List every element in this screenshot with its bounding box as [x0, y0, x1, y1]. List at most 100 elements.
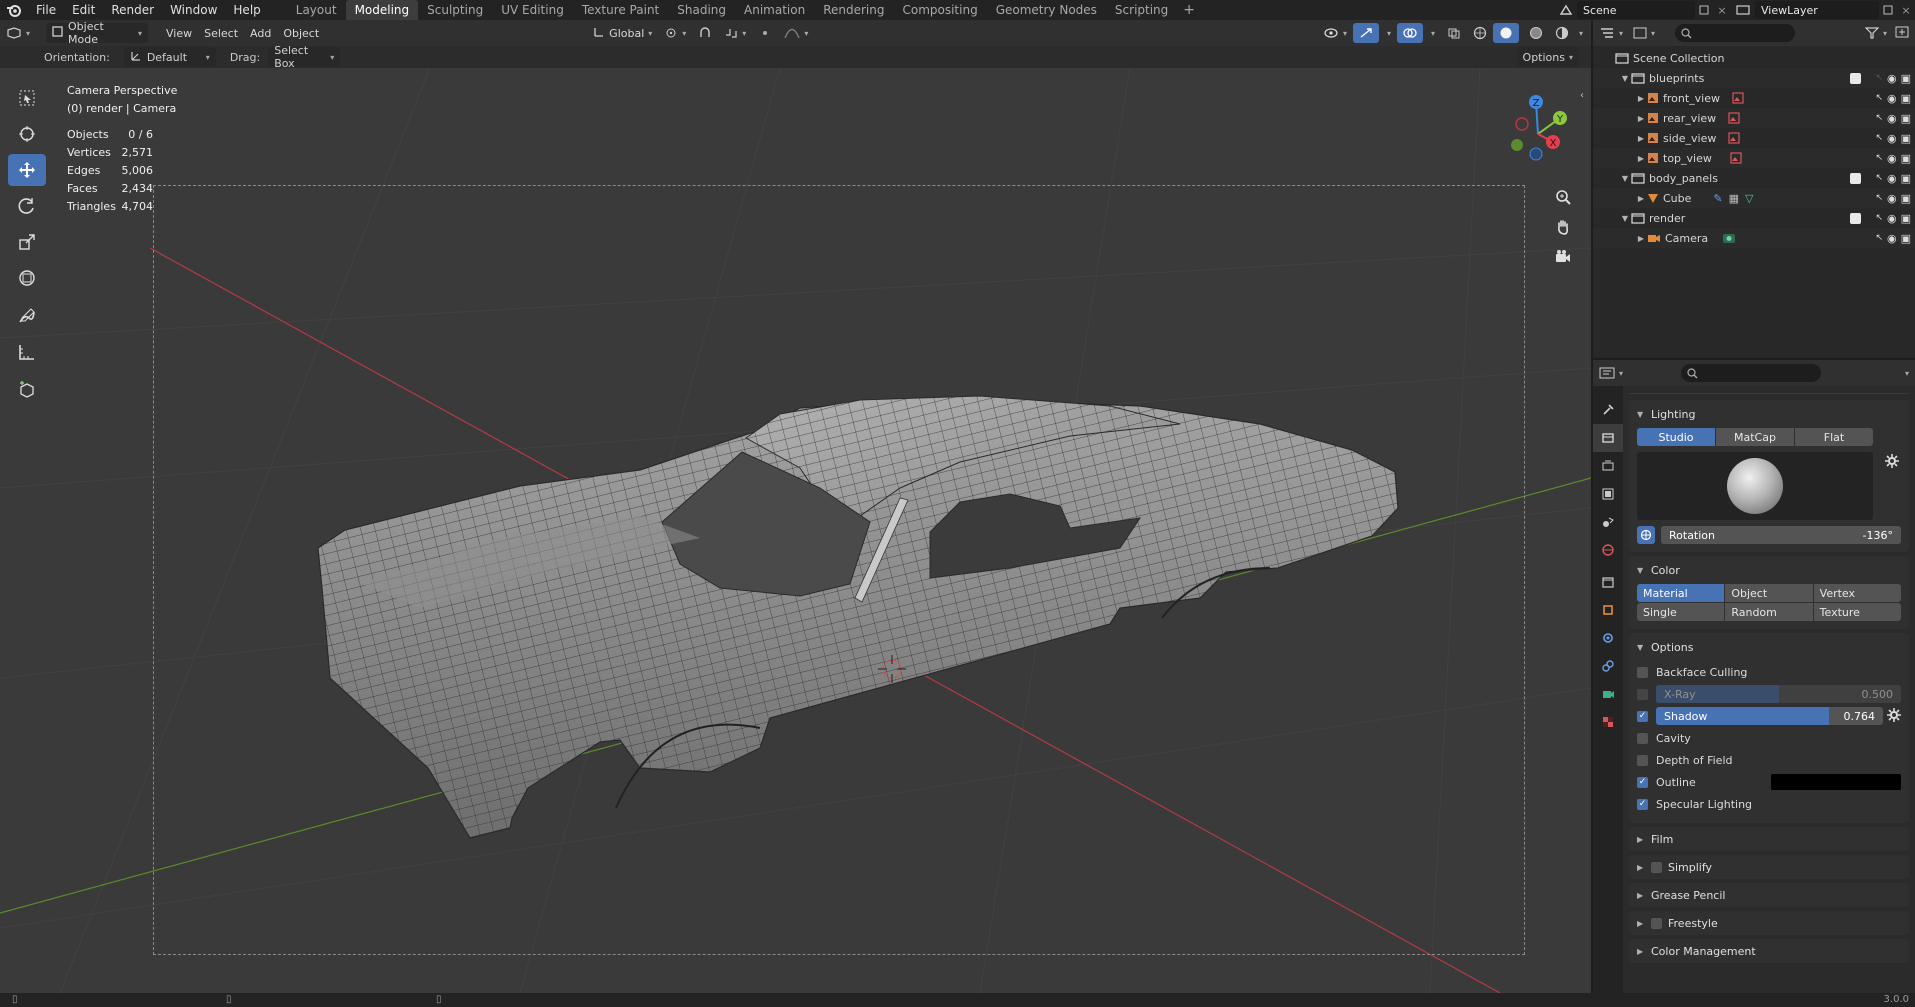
- tab-uv-editing[interactable]: UV Editing: [492, 0, 573, 20]
- outliner-item-cube[interactable]: ▶ Cube ✎ ▦ ▽ ↖ ◉ ▣: [1593, 188, 1915, 208]
- color-single-option[interactable]: Single: [1637, 603, 1725, 621]
- x-axis-handle[interactable]: X: [1546, 135, 1560, 149]
- color-management-panel[interactable]: ▶ Color Management: [1629, 939, 1909, 963]
- render-camera-icon[interactable]: ▣: [1901, 112, 1911, 125]
- outliner-search-input[interactable]: [1675, 24, 1795, 42]
- transform-orientation-dropdown[interactable]: Global ▾: [587, 23, 658, 43]
- outline-checkbox[interactable]: ✓: [1637, 776, 1648, 788]
- tab-physics-icon[interactable]: [1593, 624, 1623, 652]
- scene-type-icon[interactable]: [1555, 4, 1577, 16]
- selectable-icon[interactable]: ↖: [1875, 193, 1883, 203]
- pivot-point-icon[interactable]: ▾: [658, 23, 692, 43]
- measure-tool[interactable]: [8, 336, 46, 368]
- vertex-group-icon[interactable]: ▦: [1729, 192, 1739, 205]
- properties-options-icon[interactable]: ▾: [1905, 369, 1909, 378]
- backface-culling-checkbox[interactable]: [1637, 666, 1648, 678]
- annotate-tool[interactable]: [8, 300, 46, 332]
- specular-lighting-checkbox[interactable]: ✓: [1637, 798, 1648, 810]
- render-camera-icon[interactable]: ▣: [1901, 92, 1911, 105]
- tab-sculpting[interactable]: Sculpting: [418, 0, 492, 20]
- expand-arrow-icon[interactable]: ▼: [1619, 74, 1631, 83]
- render-camera-icon[interactable]: ▣: [1901, 72, 1911, 85]
- tab-view-layer-icon[interactable]: [1593, 480, 1623, 508]
- visibility-eye-icon[interactable]: ◉: [1887, 192, 1897, 205]
- menu-edit[interactable]: Edit: [64, 0, 103, 20]
- tab-layout[interactable]: Layout: [287, 0, 346, 20]
- display-mode-icon[interactable]: ▾: [1633, 27, 1667, 39]
- studio-light-preview[interactable]: [1637, 452, 1873, 520]
- xray-slider[interactable]: X-Ray 0.500: [1656, 685, 1901, 703]
- collection-include-checkbox[interactable]: [1850, 172, 1862, 184]
- tab-scripting[interactable]: Scripting: [1106, 0, 1177, 20]
- y-axis-handle[interactable]: Y: [1553, 111, 1567, 125]
- gizmo-toggle-icon[interactable]: [1352, 23, 1379, 43]
- color-random-option[interactable]: Random: [1725, 603, 1813, 621]
- backface-culling-row[interactable]: Backface Culling: [1637, 661, 1901, 683]
- orientation-dropdown[interactable]: Default ▾: [123, 47, 216, 67]
- menu-view[interactable]: View: [160, 23, 198, 43]
- menu-window[interactable]: Window: [162, 0, 225, 20]
- outliner-item-render[interactable]: ▼ render ↖ ◉ ▣: [1593, 208, 1915, 228]
- navigation-gizmo[interactable]: Z Y X: [1498, 88, 1586, 180]
- depth-of-field-checkbox[interactable]: [1637, 754, 1648, 766]
- selectable-icon[interactable]: ↖: [1875, 173, 1883, 183]
- shadow-checkbox[interactable]: ✓: [1637, 710, 1648, 722]
- selectable-icon[interactable]: ↖: [1875, 113, 1883, 123]
- rotate-tool[interactable]: [8, 190, 46, 222]
- world-space-lighting-icon[interactable]: [1637, 526, 1655, 544]
- mesh-data-icon[interactable]: ▽: [1745, 192, 1753, 205]
- move-tool[interactable]: [8, 154, 46, 186]
- lighting-matcap-option[interactable]: MatCap: [1716, 428, 1794, 446]
- modifier-wrench-icon[interactable]: ✎: [1713, 192, 1722, 205]
- simplify-checkbox[interactable]: [1651, 861, 1662, 873]
- blender-logo-icon[interactable]: [0, 0, 28, 20]
- properties-editor-type-icon[interactable]: ▾: [1599, 367, 1631, 379]
- tab-animation[interactable]: Animation: [735, 0, 814, 20]
- transform-tool[interactable]: [8, 262, 46, 294]
- snap-target-icon[interactable]: ▾: [718, 23, 752, 43]
- tab-rendering[interactable]: Rendering: [814, 0, 893, 20]
- simplify-panel[interactable]: ▶ Simplify: [1629, 855, 1909, 879]
- z-axis-handle[interactable]: Z: [1529, 95, 1543, 109]
- collection-include-checkbox[interactable]: [1850, 72, 1862, 84]
- expand-arrow-icon[interactable]: ▶: [1635, 94, 1647, 103]
- visibility-eye-icon[interactable]: ◉: [1887, 152, 1897, 165]
- outliner-item-blueprints[interactable]: ▼ blueprints ↖ ◉ ▣: [1593, 68, 1915, 88]
- scale-tool[interactable]: [8, 226, 46, 258]
- expand-arrow-icon[interactable]: ▼: [1619, 174, 1631, 183]
- scene-selector[interactable]: Scene: [1577, 1, 1695, 19]
- camera-view-icon[interactable]: [1550, 244, 1576, 270]
- editor-type-icon[interactable]: ▾: [0, 23, 36, 43]
- cavity-row[interactable]: Cavity: [1637, 727, 1901, 749]
- selectable-icon[interactable]: ↖: [1875, 233, 1883, 243]
- tab-scene-icon[interactable]: [1593, 508, 1623, 536]
- render-camera-icon[interactable]: ▣: [1901, 172, 1911, 185]
- new-view-layer-icon[interactable]: [1879, 4, 1897, 16]
- cavity-checkbox[interactable]: [1637, 732, 1648, 744]
- expand-arrow-icon[interactable]: ▶: [1635, 234, 1647, 243]
- visibility-eye-icon[interactable]: ◉: [1887, 232, 1897, 245]
- menu-select[interactable]: Select: [198, 23, 244, 43]
- outliner-item-top-view[interactable]: ▶ top_view ↖ ◉ ▣: [1593, 148, 1915, 168]
- shading-material-icon[interactable]: [1523, 23, 1549, 43]
- falloff-icon[interactable]: ▾: [778, 23, 814, 43]
- view-layer-selector[interactable]: ViewLayer: [1755, 1, 1879, 19]
- tab-shading[interactable]: Shading: [668, 0, 735, 20]
- shadow-slider[interactable]: Shadow 0.764: [1656, 707, 1883, 725]
- sidebar-toggle-icon[interactable]: ‹: [1580, 90, 1584, 101]
- tab-collection-icon[interactable]: [1593, 568, 1623, 596]
- new-collection-icon[interactable]: [1895, 26, 1909, 41]
- expand-arrow-icon[interactable]: ▼: [1619, 214, 1631, 223]
- expand-arrow-icon[interactable]: ▶: [1635, 154, 1647, 163]
- viewport-canvas[interactable]: [0, 68, 1591, 993]
- depth-of-field-row[interactable]: Depth of Field: [1637, 749, 1901, 771]
- tab-object-icon[interactable]: [1593, 596, 1623, 624]
- tab-world-icon[interactable]: [1593, 536, 1623, 564]
- visibility-eye-icon[interactable]: ◉: [1887, 72, 1897, 85]
- outliner-item-side-view[interactable]: ▶ side_view ↖ ◉ ▣: [1593, 128, 1915, 148]
- expand-arrow-icon[interactable]: ▶: [1635, 134, 1647, 143]
- menu-object[interactable]: Object: [277, 23, 325, 43]
- freestyle-checkbox[interactable]: [1651, 917, 1662, 929]
- tab-texture-icon[interactable]: [1593, 708, 1623, 736]
- options-dropdown[interactable]: Options ▾: [1516, 47, 1579, 67]
